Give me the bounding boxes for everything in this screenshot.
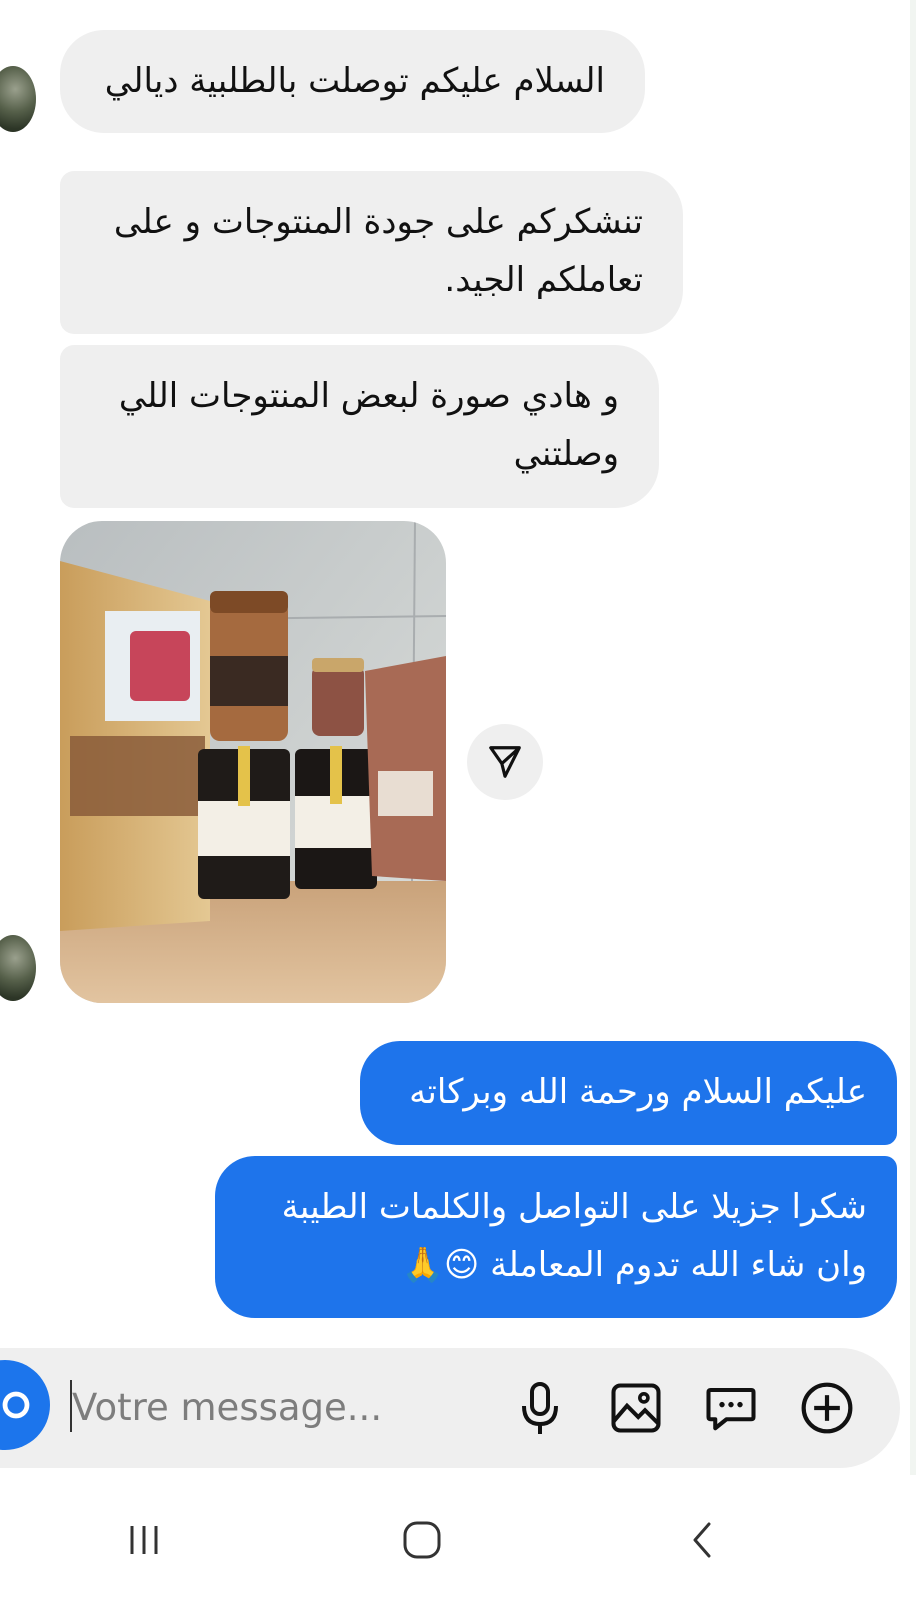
image-icon	[611, 1383, 661, 1433]
chat-screen: السلام عليكم توصلت بالطلبية ديالي تنشكرك…	[0, 0, 916, 1600]
home-button[interactable]	[382, 1505, 462, 1575]
sticker-icon	[706, 1387, 756, 1431]
back-icon	[693, 1522, 711, 1558]
incoming-message-3[interactable]: و هادي صورة لبعض المنتوجات اللي وصلتني	[60, 345, 659, 508]
back-button[interactable]	[662, 1505, 742, 1575]
outgoing-message-2[interactable]: شكرا جزيلا على التواصل والكلمات الطيبة و…	[215, 1156, 897, 1318]
microphone-icon	[522, 1382, 558, 1434]
incoming-message-1[interactable]: السلام عليكم توصلت بالطلبية ديالي	[60, 30, 645, 133]
recent-apps-icon	[130, 1526, 158, 1554]
recent-apps-button[interactable]	[104, 1505, 184, 1575]
gallery-button[interactable]	[605, 1377, 667, 1439]
sticker-button[interactable]	[700, 1377, 762, 1439]
paper-plane-icon	[489, 746, 521, 778]
product-photo-message[interactable]	[60, 521, 446, 1003]
incoming-message-2[interactable]: تنشكركم على جودة المنتوجات و على تعاملكم…	[60, 171, 683, 334]
sender-avatar[interactable]	[0, 66, 36, 132]
sender-avatar[interactable]	[0, 935, 36, 1001]
microphone-button[interactable]	[509, 1377, 571, 1439]
text-cursor	[70, 1380, 72, 1432]
share-button[interactable]	[467, 724, 543, 800]
outgoing-message-1[interactable]: عليكم السلام ورحمة الله وبركاته	[360, 1041, 897, 1145]
edge-strip	[910, 0, 916, 1600]
camera-icon	[2, 1391, 30, 1419]
plus-circle-icon	[801, 1382, 853, 1434]
home-icon	[403, 1521, 441, 1559]
product-photo	[60, 521, 446, 1003]
message-input[interactable]	[70, 1372, 492, 1442]
more-button[interactable]	[796, 1377, 858, 1439]
